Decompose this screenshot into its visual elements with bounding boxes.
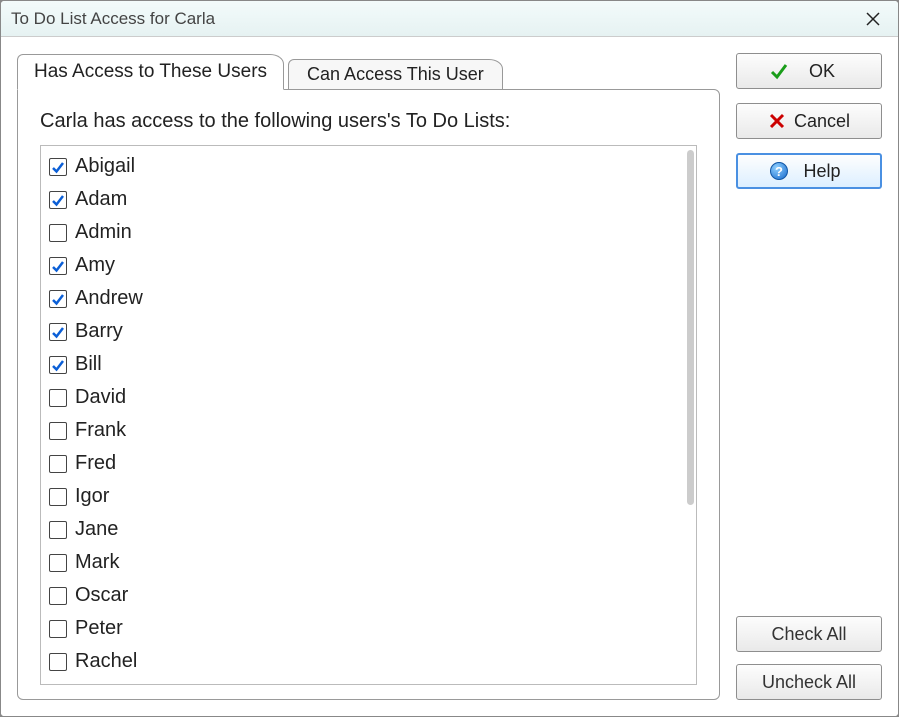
tab-label: Has Access to These Users [34,61,267,82]
user-name-label: Bill [75,353,102,376]
button-label: Uncheck All [762,672,856,693]
help-icon: ? [770,162,788,180]
user-checkbox[interactable] [49,488,67,506]
list-item[interactable]: Barry [49,315,680,348]
tab-has-access[interactable]: Has Access to These Users [17,54,284,90]
user-checkbox[interactable] [49,587,67,605]
user-checkbox[interactable] [49,554,67,572]
user-checkbox[interactable] [49,422,67,440]
user-name-label: Peter [75,617,123,640]
user-name-label: Amy [75,254,115,277]
user-list[interactable]: Abigail Adam Admin Amy Andrew Barry Bill David F… [41,146,696,684]
user-name-label: Jane [75,518,118,541]
button-label: Check All [771,624,846,645]
button-label: Cancel [794,111,850,132]
list-item[interactable]: Adam [49,183,680,216]
list-item[interactable]: Abigail [49,150,680,183]
user-name-label: Rachel [75,650,137,673]
list-item[interactable]: David [49,381,680,414]
tab-can-access[interactable]: Can Access This User [288,59,503,90]
user-name-label: Andrew [75,287,143,310]
list-item[interactable]: Mark [49,546,680,579]
user-name-label: David [75,386,126,409]
window-close-button[interactable] [856,5,890,33]
list-item[interactable]: Peter [49,612,680,645]
user-name-label: Frank [75,419,126,442]
user-checkbox[interactable] [49,356,67,374]
scrollbar-thumb[interactable] [687,150,694,505]
tab-label: Can Access This User [307,64,484,84]
panel-description: Carla has access to the following users'… [40,110,697,133]
button-label: Help [796,161,848,182]
user-name-label: Abigail [75,155,135,178]
user-checkbox[interactable] [49,224,67,242]
x-icon [768,112,786,130]
list-item[interactable]: Amy [49,249,680,282]
window-title: To Do List Access for Carla [11,9,215,29]
dialog-body: Has Access to These Users Can Access Thi… [1,37,898,716]
dialog-window: To Do List Access for Carla Has Access t… [0,0,899,717]
user-name-label: Mark [75,551,119,574]
button-label: OK [796,61,848,82]
check-icon [770,62,788,80]
user-checkbox[interactable] [49,620,67,638]
user-checkbox[interactable] [49,389,67,407]
user-checkbox[interactable] [49,158,67,176]
list-item[interactable]: Fred [49,447,680,480]
tab-strip: Has Access to These Users Can Access Thi… [17,53,720,89]
user-name-label: Adam [75,188,127,211]
user-checkbox[interactable] [49,653,67,671]
spacer [736,203,882,616]
uncheck-all-button[interactable]: Uncheck All [736,664,882,700]
ok-button[interactable]: OK [736,53,882,89]
check-all-button[interactable]: Check All [736,616,882,652]
close-icon [866,12,880,26]
user-name-label: Oscar [75,584,128,607]
list-item[interactable]: Frank [49,414,680,447]
list-item[interactable]: Bill [49,348,680,381]
user-listbox: Abigail Adam Admin Amy Andrew Barry Bill David F… [40,145,697,685]
list-item[interactable]: Oscar [49,579,680,612]
user-name-label: Admin [75,221,132,244]
user-checkbox[interactable] [49,257,67,275]
user-name-label: Igor [75,485,109,508]
user-checkbox[interactable] [49,455,67,473]
list-item[interactable]: Andrew [49,282,680,315]
list-item[interactable]: Admin [49,216,680,249]
side-column: OK Cancel ? Help Check All [736,53,882,700]
list-item[interactable]: Rachel [49,645,680,678]
help-button[interactable]: ? Help [736,153,882,189]
titlebar: To Do List Access for Carla [1,1,898,37]
main-column: Has Access to These Users Can Access Thi… [17,53,720,700]
user-checkbox[interactable] [49,290,67,308]
user-name-label: Fred [75,452,116,475]
cancel-button[interactable]: Cancel [736,103,882,139]
list-item[interactable]: Jane [49,513,680,546]
user-checkbox[interactable] [49,191,67,209]
list-item[interactable]: Igor [49,480,680,513]
user-name-label: Barry [75,320,123,343]
user-checkbox[interactable] [49,521,67,539]
user-checkbox[interactable] [49,323,67,341]
tab-panel: Carla has access to the following users'… [17,89,720,700]
